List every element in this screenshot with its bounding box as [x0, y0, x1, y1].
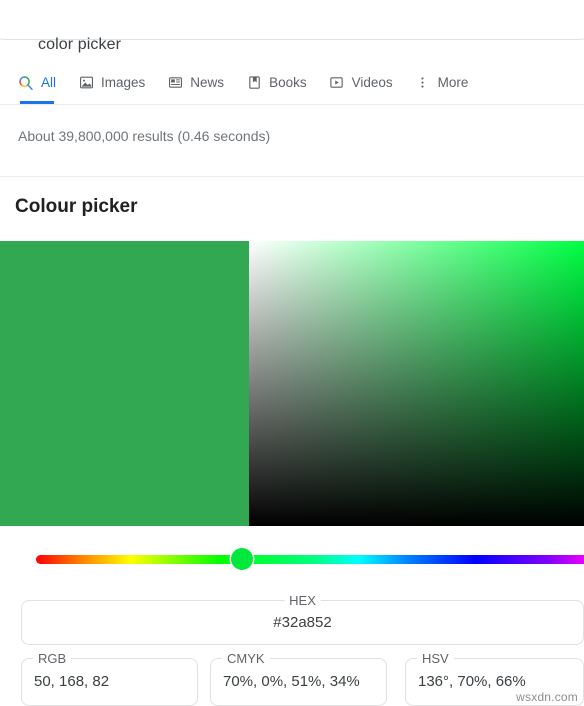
video-icon [329, 75, 345, 91]
tab-images-label: Images [101, 75, 146, 90]
tab-more-label: More [437, 75, 469, 90]
cmyk-field[interactable]: CMYK 70%, 0%, 51%, 34% [210, 651, 387, 706]
result-stats: About 39,800,000 results (0.46 seconds) [18, 128, 271, 144]
news-icon [167, 75, 183, 91]
hue-slider[interactable] [0, 540, 584, 578]
tab-news[interactable]: News [167, 62, 224, 103]
saturation-value-gradient[interactable] [249, 241, 584, 526]
watermark: wsxdn.com [516, 690, 578, 704]
hue-slider-thumb[interactable] [230, 548, 253, 570]
tab-books[interactable]: Books [246, 62, 307, 103]
image-icon [78, 75, 94, 91]
google-search-icon [18, 75, 34, 91]
tab-videos[interactable]: Videos [329, 62, 393, 103]
rgb-field[interactable]: RGB 50, 168, 82 [21, 651, 198, 706]
search-tabs-bar: All Images News Books Videos More [0, 62, 584, 105]
hex-field-value: #32a852 [273, 614, 332, 631]
value-layer [249, 241, 584, 526]
hex-field-label: HEX [284, 593, 321, 608]
hsv-field-label: HSV [417, 651, 454, 666]
hue-slider-track[interactable] [36, 555, 584, 564]
selected-color-swatch [0, 241, 249, 526]
cmyk-field-value: 70%, 0%, 51%, 34% [223, 673, 360, 690]
tab-more[interactable]: More [415, 62, 469, 103]
search-input[interactable]: color picker [38, 36, 121, 54]
tab-news-label: News [190, 75, 225, 90]
tab-all[interactable]: All [18, 62, 57, 104]
tab-books-label: Books [269, 75, 307, 90]
section-divider [0, 176, 584, 177]
hex-field[interactable]: HEX #32a852 [21, 593, 584, 645]
more-vertical-icon [415, 75, 431, 91]
cmyk-field-label: CMYK [222, 651, 270, 666]
color-picker-area[interactable] [0, 241, 584, 526]
rgb-field-value: 50, 168, 82 [34, 673, 110, 690]
book-icon [246, 75, 262, 91]
page-title: Colour picker [15, 196, 138, 217]
tab-all-label: All [41, 75, 57, 90]
tab-videos-label: Videos [351, 75, 393, 90]
rgb-field-label: RGB [33, 651, 72, 666]
hsv-field-value: 136°, 70%, 66% [418, 673, 526, 690]
tab-images[interactable]: Images [78, 62, 145, 103]
search-results-page: color picker All Images News Books Video… [0, 0, 584, 706]
search-tabs: All Images News Books Videos More [18, 62, 490, 104]
search-box[interactable] [0, 0, 584, 40]
